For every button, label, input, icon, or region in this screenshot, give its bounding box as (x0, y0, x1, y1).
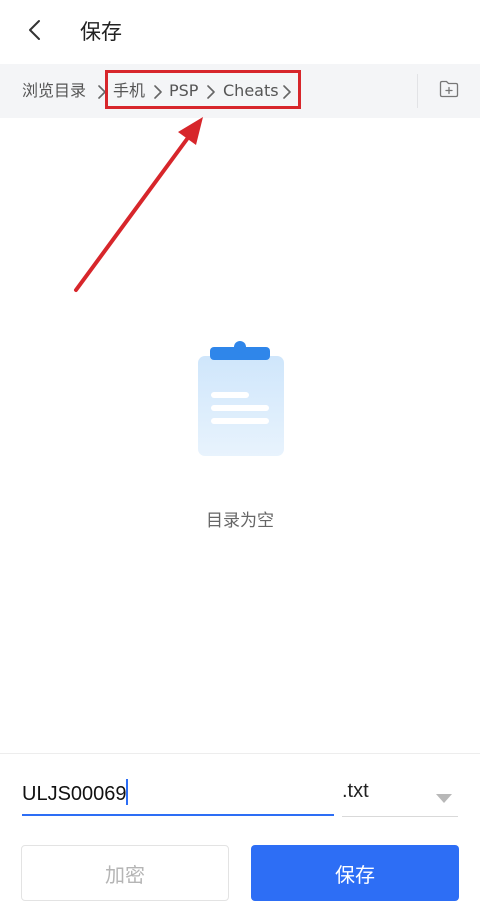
extension-underline (342, 816, 458, 817)
filename-input[interactable] (22, 776, 334, 812)
filename-underline (22, 814, 334, 816)
pathbar-divider (417, 74, 418, 108)
chevron-left-icon (27, 19, 41, 45)
new-folder-button[interactable] (430, 73, 468, 109)
back-button[interactable] (16, 14, 52, 50)
new-folder-icon (439, 80, 459, 102)
extension-select[interactable]: .txt (342, 776, 458, 812)
caret-down-icon (436, 789, 452, 803)
page-title: 保存 (80, 20, 122, 44)
form-divider (0, 753, 480, 754)
clipboard-icon (188, 336, 292, 466)
text-caret (126, 779, 128, 805)
save-button[interactable]: 保存 (251, 845, 459, 901)
app-header: 保存 (0, 0, 480, 64)
extension-value: .txt (342, 780, 369, 802)
encrypt-button[interactable]: 加密 (21, 845, 229, 901)
empty-state-message: 目录为空 (206, 511, 274, 531)
annotation-highlight-box (105, 70, 301, 109)
breadcrumb-item-browse[interactable]: 浏览目录 (22, 80, 86, 102)
